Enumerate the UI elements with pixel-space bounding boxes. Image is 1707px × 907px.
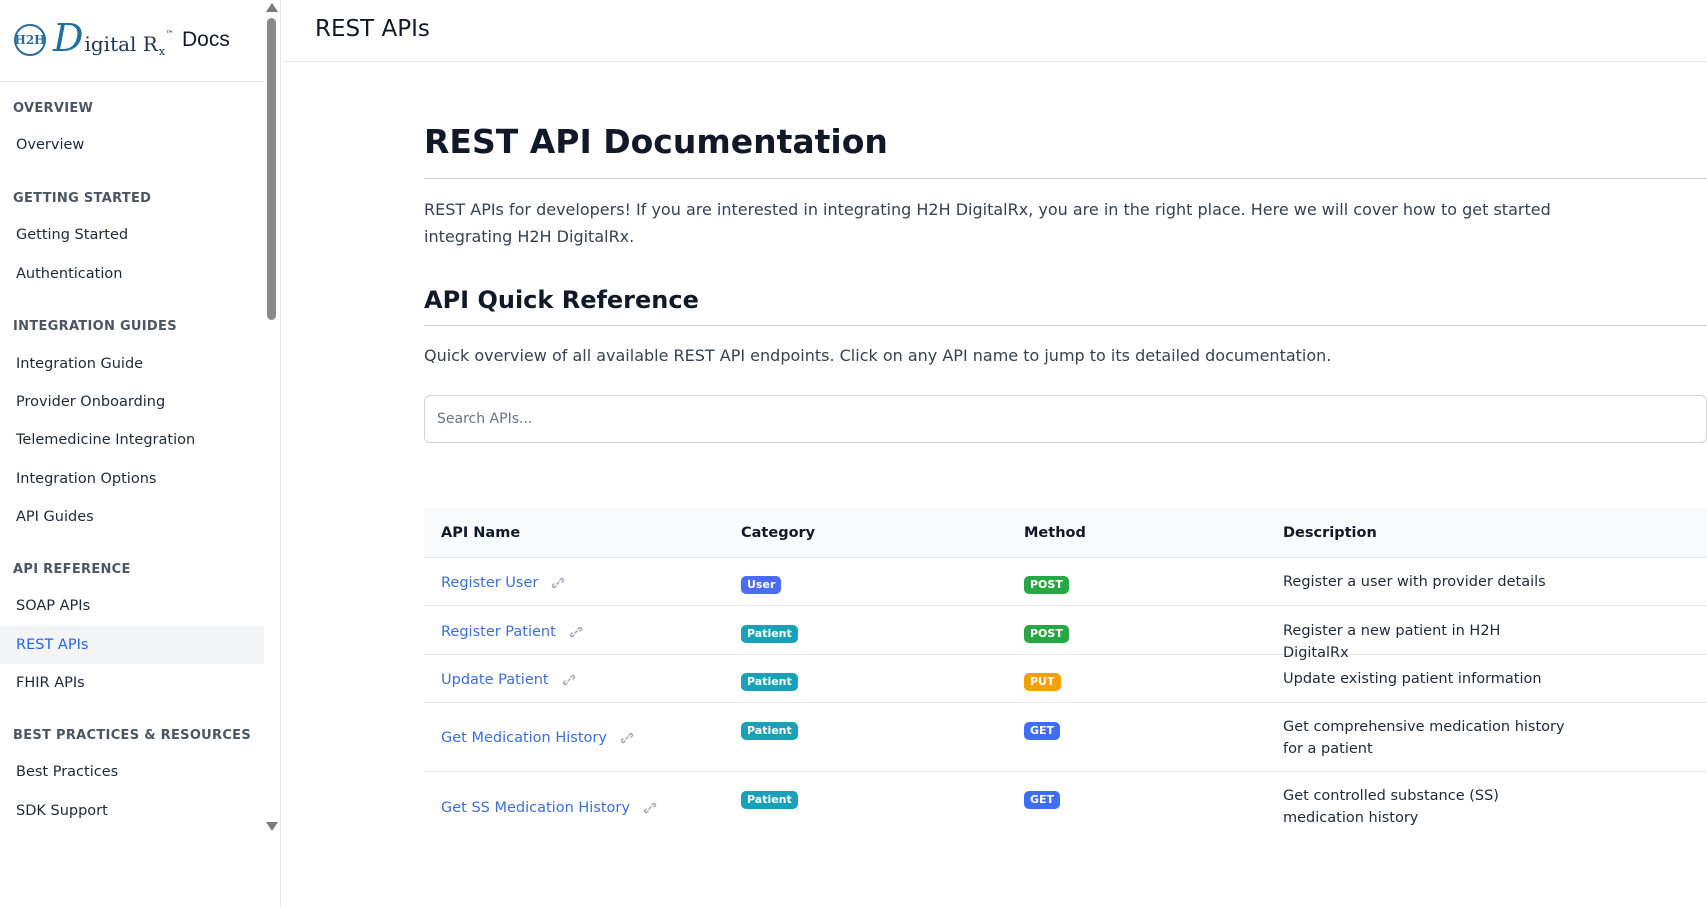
sidebar-item-sdk-support[interactable]: SDK Support <box>0 792 264 830</box>
search-input[interactable] <box>424 395 1707 443</box>
sidebar-scrollbar[interactable] <box>264 0 280 907</box>
method-badge: PUT <box>1024 673 1061 691</box>
brand-name: D igital R x ™ <box>53 18 174 62</box>
brand-name-text: igital R <box>84 32 158 56</box>
page-header: REST APIs <box>282 0 1707 62</box>
heading-divider <box>424 178 1707 179</box>
api-name-cell: Update Patient <box>441 669 576 691</box>
sidebar-item-rest-apis[interactable]: REST APIs <box>0 626 264 664</box>
sidebar: H2H D igital R x ™ Docs OVERVIEW Overvie… <box>0 0 281 907</box>
table-row: Update Patient Patient PUT Update existi… <box>424 655 1707 703</box>
method-cell: GET <box>1024 788 1061 809</box>
api-name-cell: Register Patient <box>441 621 583 643</box>
method-cell: POST <box>1024 573 1069 594</box>
table-row: Get SS Medication History Patient GET Ge… <box>424 772 1707 841</box>
table-row: Get Medication History Patient GET Get c… <box>424 703 1707 772</box>
api-link-get-ss-medication-history[interactable]: Get SS Medication History <box>441 800 630 816</box>
method-cell: POST <box>1024 622 1069 643</box>
brand-trademark: ™ <box>165 30 175 40</box>
sidebar-item-integration-options[interactable]: Integration Options <box>0 460 264 498</box>
api-link-register-user[interactable]: Register User <box>441 575 538 591</box>
scroll-thumb[interactable] <box>267 18 276 320</box>
sidebar-item-provider-onboarding[interactable]: Provider Onboarding <box>0 383 264 421</box>
category-badge: Patient <box>741 625 798 643</box>
api-name-cell: Register User <box>441 572 565 594</box>
api-link-get-medication-history[interactable]: Get Medication History <box>441 730 607 746</box>
column-header-category: Category <box>741 525 816 541</box>
sidebar-item-telemedicine-integration[interactable]: Telemedicine Integration <box>0 421 264 459</box>
quick-reference-description: Quick overview of all available REST API… <box>424 346 1332 365</box>
scroll-down-arrow-icon[interactable] <box>266 822 278 831</box>
link-icon[interactable] <box>643 800 657 819</box>
nav-section-overview: OVERVIEW <box>13 101 94 116</box>
category-badge: Patient <box>741 722 798 740</box>
table-header: API Name Category Method Description <box>424 508 1707 558</box>
method-cell: PUT <box>1024 670 1061 691</box>
intro-paragraph: REST APIs for developers! If you are int… <box>424 200 1551 246</box>
api-name-cell: Get Medication History <box>441 727 634 749</box>
method-cell: GET <box>1024 719 1061 740</box>
api-name-cell: Get SS Medication History <box>441 797 657 819</box>
api-link-update-patient[interactable]: Update Patient <box>441 672 549 688</box>
link-icon[interactable] <box>562 672 576 691</box>
description-cell: Register a user with provider details <box>1283 574 1546 590</box>
nav-section-getting-started: GETTING STARTED <box>13 191 152 206</box>
sidebar-item-overview[interactable]: Overview <box>0 126 264 164</box>
brand-letter: D <box>53 16 84 60</box>
method-badge: GET <box>1024 722 1061 740</box>
subheading-divider <box>424 325 1707 326</box>
sidebar-item-best-practices[interactable]: Best Practices <box>0 753 264 791</box>
logo-mark-icon: H2H <box>14 24 46 56</box>
category-badge: Patient <box>741 791 798 809</box>
category-cell: Patient <box>741 670 798 691</box>
column-header-api-name: API Name <box>441 525 521 541</box>
nav-section-api-reference: API REFERENCE <box>13 562 131 577</box>
page-title: REST APIs <box>315 16 430 42</box>
method-badge: POST <box>1024 625 1069 643</box>
link-icon[interactable] <box>569 624 583 643</box>
method-badge: POST <box>1024 576 1069 594</box>
sidebar-item-authentication[interactable]: Authentication <box>0 255 264 293</box>
quick-reference-heading: API Quick Reference <box>424 286 699 314</box>
table-row: Register User User POST Register a user … <box>424 558 1707 606</box>
description-cell: Get comprehensive medication history for… <box>1283 719 1565 757</box>
sidebar-item-integration-guide[interactable]: Integration Guide <box>0 345 264 383</box>
method-badge: GET <box>1024 791 1061 809</box>
doc-heading: REST API Documentation <box>424 122 888 161</box>
table-row: Register Patient Patient POST Register a… <box>424 606 1707 661</box>
category-cell: User <box>741 573 782 594</box>
category-cell: Patient <box>741 788 798 809</box>
column-header-description: Description <box>1283 525 1377 541</box>
brand-docs-label: Docs <box>182 28 230 51</box>
brand-subscript: x <box>158 45 166 58</box>
logo[interactable]: H2H D igital R x ™ Docs <box>0 0 264 82</box>
description-cell: Update existing patient information <box>1283 671 1542 687</box>
category-cell: Patient <box>741 622 798 643</box>
description-cell: Get controlled substance (SS) medication… <box>1283 788 1499 826</box>
nav-section-best-practices: BEST PRACTICES & RESOURCES <box>13 728 252 743</box>
sidebar-item-getting-started[interactable]: Getting Started <box>0 216 264 254</box>
link-icon[interactable] <box>620 730 634 749</box>
sidebar-item-fhir-apis[interactable]: FHIR APIs <box>0 664 264 702</box>
nav-section-integration-guides: INTEGRATION GUIDES <box>13 319 177 334</box>
sidebar-item-soap-apis[interactable]: SOAP APIs <box>0 587 264 625</box>
api-link-register-patient[interactable]: Register Patient <box>441 624 556 640</box>
column-header-method: Method <box>1024 525 1086 541</box>
scroll-up-arrow-icon[interactable] <box>266 3 278 12</box>
category-badge: Patient <box>741 673 798 691</box>
category-badge: User <box>741 576 782 594</box>
link-icon[interactable] <box>551 575 565 594</box>
sidebar-item-api-guides[interactable]: API Guides <box>0 498 264 536</box>
category-cell: Patient <box>741 719 798 740</box>
